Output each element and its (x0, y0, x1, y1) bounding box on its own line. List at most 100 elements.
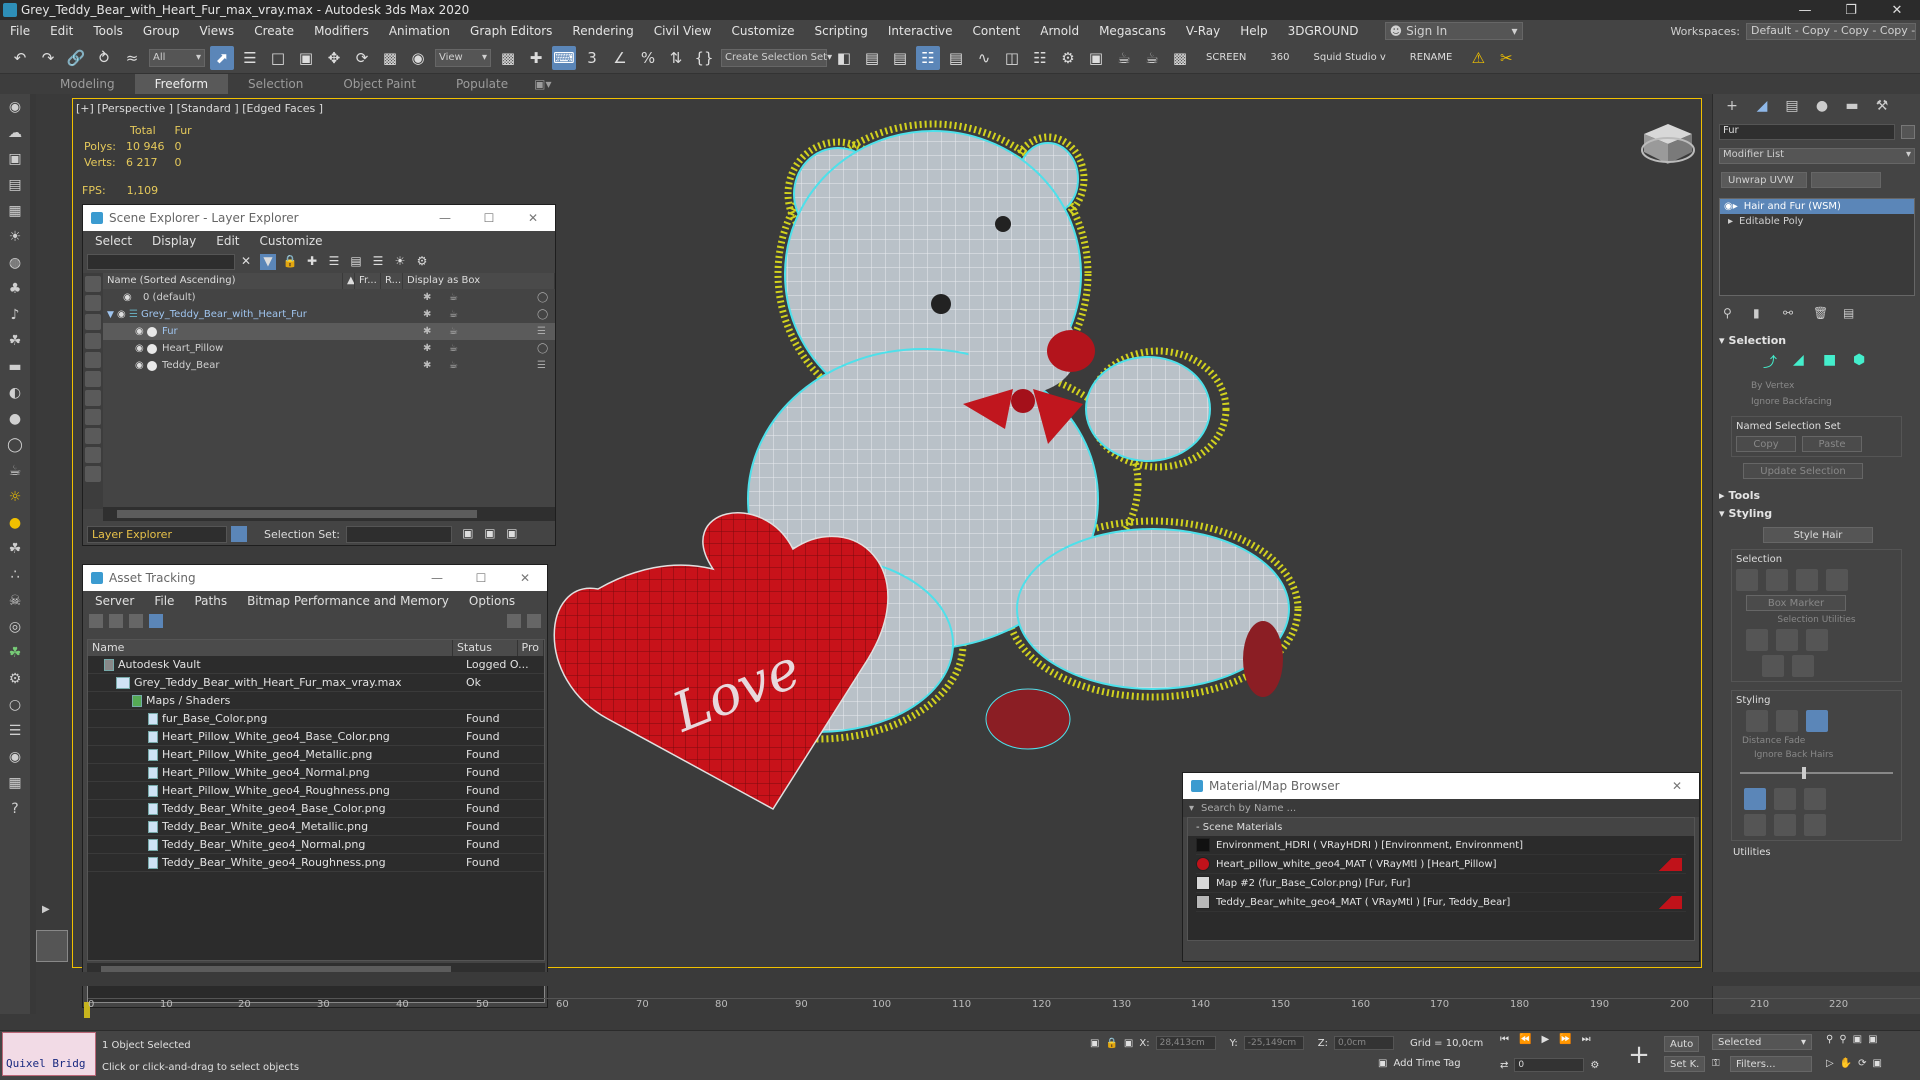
ball-icon[interactable]: ○ (0, 692, 30, 718)
light-icon[interactable]: ☀ (0, 224, 30, 250)
tab-object-paint[interactable]: Object Paint (323, 74, 436, 94)
expand-arrow-icon[interactable]: ▶ (42, 904, 50, 915)
box-display-icon[interactable]: ◯ (537, 343, 548, 354)
object-name-field[interactable]: Fur (1719, 124, 1895, 140)
zoom-extents-all-icon[interactable]: ▣ (1868, 1034, 1877, 1045)
freeze-icon[interactable]: ✱ (423, 360, 431, 371)
table-row[interactable]: Maps / Shaders (88, 692, 544, 710)
go-to-start-icon[interactable]: ⏮ (1500, 1034, 1509, 1045)
key-filter-select[interactable]: Selected ▾ (1712, 1034, 1812, 1050)
puff-roots-icon[interactable] (1804, 788, 1826, 810)
tools-rollout-header[interactable]: ▸ Tools (1713, 487, 1920, 503)
tab-selection[interactable]: Selection (228, 74, 323, 94)
cloud-icon[interactable]: ☁ (0, 120, 30, 146)
pan-icon[interactable]: ✋ (1840, 1058, 1852, 1069)
menu-arnold[interactable]: Arnold (1030, 24, 1089, 38)
render-setup-icon[interactable]: ⚙ (1056, 46, 1080, 70)
layer-toggle-icon[interactable] (231, 526, 247, 542)
select-hair-ends-icon[interactable] (1766, 569, 1788, 591)
time-tag-icon[interactable]: ▣ (1378, 1058, 1387, 1069)
refresh-icon[interactable] (89, 614, 103, 628)
unwrap-uvw-button[interactable]: Unwrap UVW (1721, 172, 1807, 188)
freeze-icon[interactable]: ✱ (423, 292, 431, 303)
layers-icon[interactable]: ☰ (0, 718, 30, 744)
hair-icon[interactable]: ☘ (0, 536, 30, 562)
tab-freeform[interactable]: Freeform (134, 74, 229, 94)
360-button[interactable]: 360 (1270, 52, 1289, 63)
at-menu-options[interactable]: Options (459, 594, 525, 608)
create-icon[interactable]: ◉ (0, 94, 30, 120)
box-display-icon[interactable]: ◯ (537, 292, 548, 303)
viewcube-icon[interactable] (1640, 120, 1696, 168)
se-menu-select[interactable]: Select (85, 234, 142, 248)
menu-group[interactable]: Group (133, 24, 190, 38)
filter-icon[interactable]: ▼ (260, 254, 276, 270)
select-by-name-icon[interactable]: ☰ (238, 46, 262, 70)
align-icon[interactable]: ▤ (860, 46, 884, 70)
sign-in-dropdown[interactable]: ☻ Sign In ▾ (1384, 22, 1523, 40)
styling-rollout-header[interactable]: ▾ Styling (1713, 505, 1920, 521)
menu-3dground[interactable]: 3DGROUND (1278, 24, 1369, 38)
settings-icon[interactable]: ⚙ (414, 254, 430, 270)
z-coordinate-field[interactable]: 0,0cm (1333, 1036, 1394, 1050)
selection-filter-select[interactable]: All ▾ (149, 48, 205, 67)
material-row[interactable]: Map #2 (fur_Base_Color.png) [Fur, Fur] (1196, 874, 1686, 893)
scale-hair-icon[interactable] (1804, 814, 1826, 836)
hide-selected-icon[interactable] (1762, 655, 1784, 677)
selection-lock-icon[interactable]: 🔒 (1105, 1038, 1117, 1049)
panel-icon[interactable]: ▤ (0, 172, 30, 198)
menu-customize[interactable]: Customize (721, 24, 804, 38)
maximize-viewport-icon[interactable]: ▣ (1873, 1058, 1882, 1069)
column-frozen[interactable]: Fr... (355, 273, 381, 289)
undo-icon[interactable]: ↶ (8, 46, 32, 70)
save-set-icon[interactable]: ▣ (460, 526, 476, 542)
at-menu-paths[interactable]: Paths (184, 594, 237, 608)
material-browser-titlebar[interactable]: Material/Map Browser ✕ (1183, 773, 1699, 799)
table-row[interactable]: Teddy_Bear_White_geo4_Base_Color.png Foun… (88, 800, 544, 818)
rectangular-selection-icon[interactable]: □ (266, 46, 290, 70)
filter-shapes-icon[interactable] (85, 295, 101, 311)
material-editor-icon[interactable]: ☷ (1028, 46, 1052, 70)
wheel-icon[interactable]: ⚙ (0, 666, 30, 692)
spinner-snap-icon[interactable]: ⇅ (664, 46, 688, 70)
zoom-all-icon[interactable]: ⚲ (1839, 1034, 1846, 1045)
material-search-input[interactable]: ▾ Search by Name ... (1183, 799, 1699, 817)
layer-stack-icon[interactable]: ☰ (326, 254, 342, 270)
layer-row[interactable]: ◉ 0 (default) ✱ ☕ ◯ (103, 289, 555, 306)
render-teapot-icon[interactable]: ☕ (449, 292, 458, 303)
show-end-result-icon[interactable]: ▮ (1753, 306, 1767, 320)
filter-containers-icon[interactable] (85, 447, 101, 463)
render-teapot-icon[interactable]: ☕ (449, 326, 458, 337)
expand-selection-icon[interactable] (1806, 629, 1828, 651)
se-menu-edit[interactable]: Edit (206, 234, 249, 248)
menu-megascans[interactable]: Megascans (1089, 24, 1176, 38)
element-icon[interactable]: ⬢ (1853, 352, 1875, 374)
sphere-icon[interactable]: ● (0, 406, 30, 432)
show-hidden-icon[interactable] (1792, 655, 1814, 677)
copy-button[interactable]: Copy (1736, 436, 1796, 452)
delete-set-icon[interactable]: ▣ (504, 526, 520, 542)
vray-icon[interactable]: ◉ (0, 744, 30, 770)
filter-groups-icon[interactable] (85, 390, 101, 406)
search-input[interactable] (87, 254, 235, 270)
menu-vray[interactable]: V-Ray (1176, 24, 1230, 38)
filter-xrefs-icon[interactable] (85, 409, 101, 425)
hair-brush-icon[interactable] (1746, 710, 1768, 732)
schematic-view-icon[interactable]: ◫ (1000, 46, 1024, 70)
sun-icon[interactable]: ☼ (0, 484, 30, 510)
minimize-button[interactable]: — (1782, 3, 1828, 18)
tab-populate[interactable]: Populate (436, 74, 528, 94)
paste-button[interactable]: Paste (1802, 436, 1862, 452)
table-view-icon[interactable] (149, 614, 163, 628)
x-coordinate-field[interactable]: 28,413cm (1155, 1036, 1216, 1050)
move-icon[interactable]: ✥ (322, 46, 346, 70)
sound-icon[interactable]: ♪ (0, 302, 30, 328)
help-icon[interactable]: ? (0, 796, 30, 822)
warning-icon[interactable]: ⚠ (1466, 46, 1490, 70)
object-row[interactable]: ◉ Teddy_Bear ✱ ☕ ☰ (103, 357, 555, 374)
table-row[interactable]: Teddy_Bear_White_geo4_Roughness.png Found (88, 854, 544, 872)
rotate-selection-icon[interactable] (1776, 629, 1798, 651)
filter-bones-icon[interactable] (85, 428, 101, 444)
isolate-icon[interactable]: ▣ (1090, 1038, 1099, 1049)
menu-content[interactable]: Content (963, 24, 1031, 38)
